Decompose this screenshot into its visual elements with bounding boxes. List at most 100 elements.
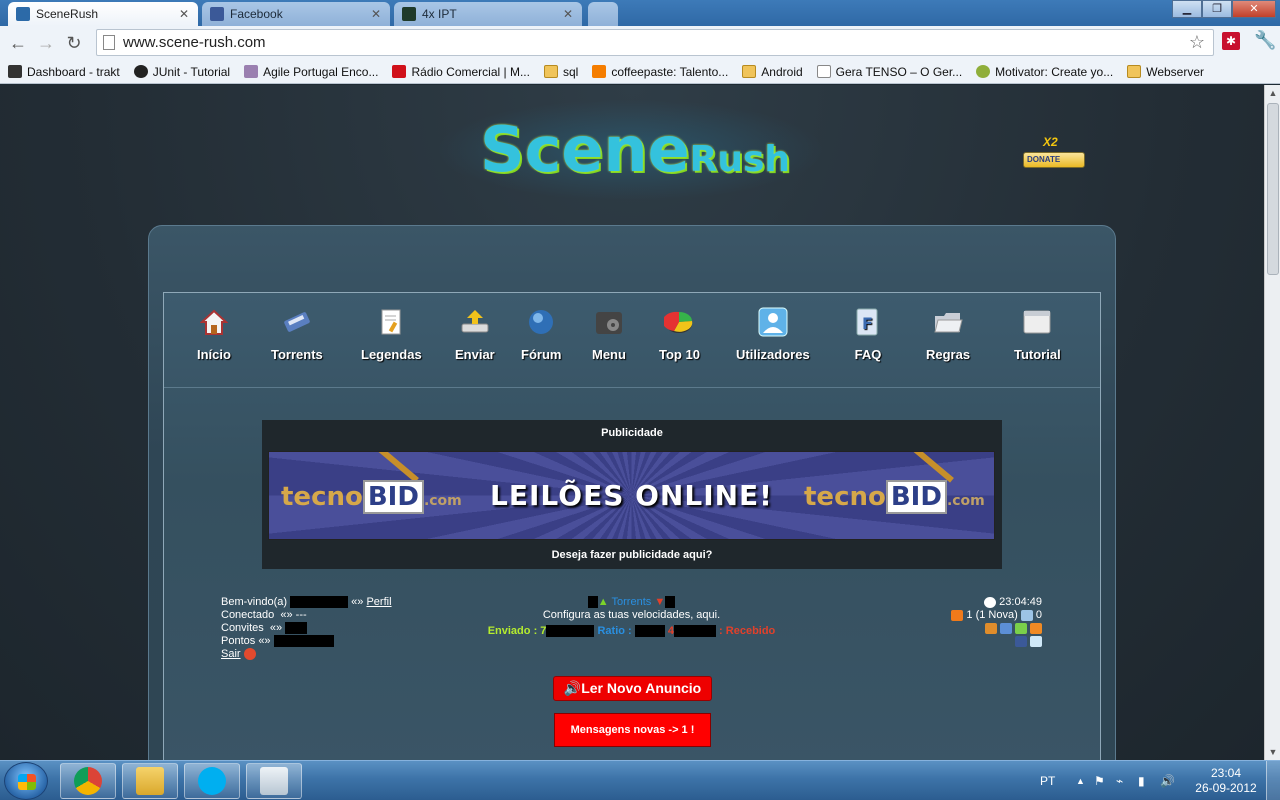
ratio-label: Ratio xyxy=(597,625,625,637)
taskbar-explorer[interactable] xyxy=(122,763,178,799)
tab-4xipt[interactable]: 4x IPT ✕ xyxy=(394,2,582,26)
home-mini-icon[interactable] xyxy=(1014,622,1027,634)
wrench-menu-icon[interactable]: 🔧 xyxy=(1254,30,1276,51)
inbox-icon[interactable] xyxy=(1020,609,1033,621)
site-logo[interactable]: SceneRush xyxy=(420,95,840,205)
system-clock[interactable]: 23:04 26-09-2012 xyxy=(1186,766,1266,796)
nav-label: Top 10 xyxy=(659,347,700,362)
bookmark-item[interactable]: coffeepaste: Talento... xyxy=(592,65,728,79)
forward-arrow-icon[interactable]: → xyxy=(32,33,60,54)
bookmark-item[interactable]: Motivator: Create yo... xyxy=(976,65,1113,79)
start-button[interactable] xyxy=(4,762,48,800)
volume-icon[interactable]: 🔊 xyxy=(1160,774,1186,788)
speed-config-link[interactable]: Configura as tuas velocidades, aqui. xyxy=(464,609,799,622)
donate-badge[interactable]: X2 DONATE xyxy=(1023,135,1085,169)
nav-utilizadores[interactable]: Utilizadores xyxy=(736,307,810,362)
faq-icon: F xyxy=(852,307,884,337)
power-icon[interactable] xyxy=(243,648,256,661)
close-tab-icon[interactable]: ✕ xyxy=(370,7,382,21)
show-hidden-icons[interactable]: ▲ xyxy=(1076,776,1094,786)
bookmark-item[interactable]: Gera TENSO – O Ger... xyxy=(816,65,962,79)
action-center-icon[interactable]: ⚑ xyxy=(1094,774,1116,788)
reload-icon[interactable]: ↻ xyxy=(60,33,88,54)
close-tab-icon[interactable]: ✕ xyxy=(562,7,574,21)
close-tab-icon[interactable]: ✕ xyxy=(178,7,190,21)
bookmark-folder[interactable]: Android xyxy=(742,65,803,79)
close-window-button[interactable]: ✕ xyxy=(1232,0,1276,18)
ad-banner[interactable]: tecno BID .com LEILÕES ONLINE! tecno BID .co… xyxy=(268,451,995,540)
folder-icon xyxy=(1127,65,1142,78)
bookmark-item[interactable]: Dashboard - trakt xyxy=(8,65,120,79)
taskbar-skype[interactable] xyxy=(184,763,240,799)
extension-icon[interactable]: ✱ xyxy=(1222,32,1240,50)
torrents-icon xyxy=(281,307,313,337)
power-plug-icon[interactable]: ⌁ xyxy=(1116,774,1138,788)
bookmarks-icon[interactable] xyxy=(984,622,997,634)
friends-icon[interactable] xyxy=(999,622,1012,634)
nav-label: Menu xyxy=(592,347,626,362)
brand-tld: .com xyxy=(946,493,985,509)
logout-link[interactable]: Sair xyxy=(221,648,241,660)
nav-label: Tutorial xyxy=(1014,347,1061,362)
profile-link[interactable]: Perfil xyxy=(366,596,391,608)
show-desktop-button[interactable] xyxy=(1266,761,1280,800)
redacted-sent xyxy=(546,625,595,638)
bookmark-folder[interactable]: sql xyxy=(543,65,578,79)
minimize-button[interactable]: ▁ xyxy=(1172,0,1202,18)
twitter-icon[interactable] xyxy=(1030,635,1042,647)
back-arrow-icon[interactable]: ← xyxy=(4,33,32,54)
scroll-down-icon[interactable]: ▼ xyxy=(1265,744,1280,760)
address-bar[interactable]: www.scene-rush.com ☆ xyxy=(96,29,1214,56)
network-icon[interactable]: ▮ xyxy=(1138,774,1160,788)
tab-scenerush[interactable]: SceneRush ✕ xyxy=(8,2,198,26)
logo-rush: Rush xyxy=(689,139,791,180)
nav-legendas[interactable]: Legendas xyxy=(361,307,422,362)
scroll-up-icon[interactable]: ▲ xyxy=(1265,85,1280,101)
nav-regras[interactable]: Regras xyxy=(926,307,970,362)
separator: «» xyxy=(351,596,364,608)
new-messages-button[interactable]: Mensagens novas -> 1 ! xyxy=(554,713,711,747)
read-announcement-button[interactable]: 🔊Ler Novo Anuncio xyxy=(553,676,712,701)
donate-button[interactable]: DONATE xyxy=(1023,152,1085,168)
ad-footer-link[interactable]: Deseja fazer publicidade aqui? xyxy=(262,543,1002,569)
maximize-button[interactable]: ❐ xyxy=(1202,0,1232,18)
nav-tutorial[interactable]: Tutorial xyxy=(1014,307,1061,362)
folder-icon xyxy=(742,65,757,78)
ad-title: Publicidade xyxy=(601,427,663,439)
status-info: 23:04:49 1 (1 Nova) 0 xyxy=(951,596,1042,648)
bookmark-item[interactable]: Agile Portugal Enco... xyxy=(244,65,378,79)
nav-inicio[interactable]: Início xyxy=(197,307,231,362)
page-icon xyxy=(103,35,115,50)
scroll-thumb[interactable] xyxy=(1267,103,1279,275)
tab-facebook[interactable]: Facebook ✕ xyxy=(202,2,390,26)
bookmark-star-icon[interactable]: ☆ xyxy=(1189,32,1205,53)
down-arrow-icon: ▼ xyxy=(654,596,666,608)
separator: «» xyxy=(280,609,293,621)
nav-label: Utilizadores xyxy=(736,347,810,362)
taskbar-chrome[interactable] xyxy=(60,763,116,799)
page-scrollbar[interactable]: ▲ ▼ xyxy=(1264,85,1280,760)
bookmark-item[interactable]: Rádio Comercial | M... xyxy=(392,65,530,79)
logo-scene: Scene xyxy=(480,113,690,186)
language-indicator[interactable]: PT xyxy=(1040,774,1076,788)
nav-menu[interactable]: Menu xyxy=(592,307,626,362)
facebook-icon[interactable] xyxy=(1014,635,1027,647)
junit-icon xyxy=(133,65,148,78)
messages-count[interactable]: 1 (1 Nova) xyxy=(966,609,1017,621)
redacted-received xyxy=(673,625,716,638)
taskbar-notes[interactable] xyxy=(246,763,302,799)
unread-count: 0 xyxy=(1035,609,1042,621)
clock-time: 23:04 xyxy=(1210,766,1242,780)
home-icon xyxy=(198,307,230,337)
nav-faq[interactable]: F FAQ xyxy=(852,307,884,362)
clock-icon xyxy=(984,596,997,608)
new-tab-button[interactable] xyxy=(588,2,618,26)
bookmark-item[interactable]: JUnit - Tutorial xyxy=(133,65,230,79)
nav-forum[interactable]: Fórum xyxy=(521,307,561,362)
rss-icon[interactable] xyxy=(1030,622,1042,634)
envelope-icon[interactable] xyxy=(951,609,964,621)
nav-enviar[interactable]: Enviar xyxy=(455,307,495,362)
bookmark-folder[interactable]: Webserver xyxy=(1127,65,1204,79)
nav-top10[interactable]: Top 10 xyxy=(659,307,700,362)
nav-torrents[interactable]: Torrents xyxy=(271,307,323,362)
